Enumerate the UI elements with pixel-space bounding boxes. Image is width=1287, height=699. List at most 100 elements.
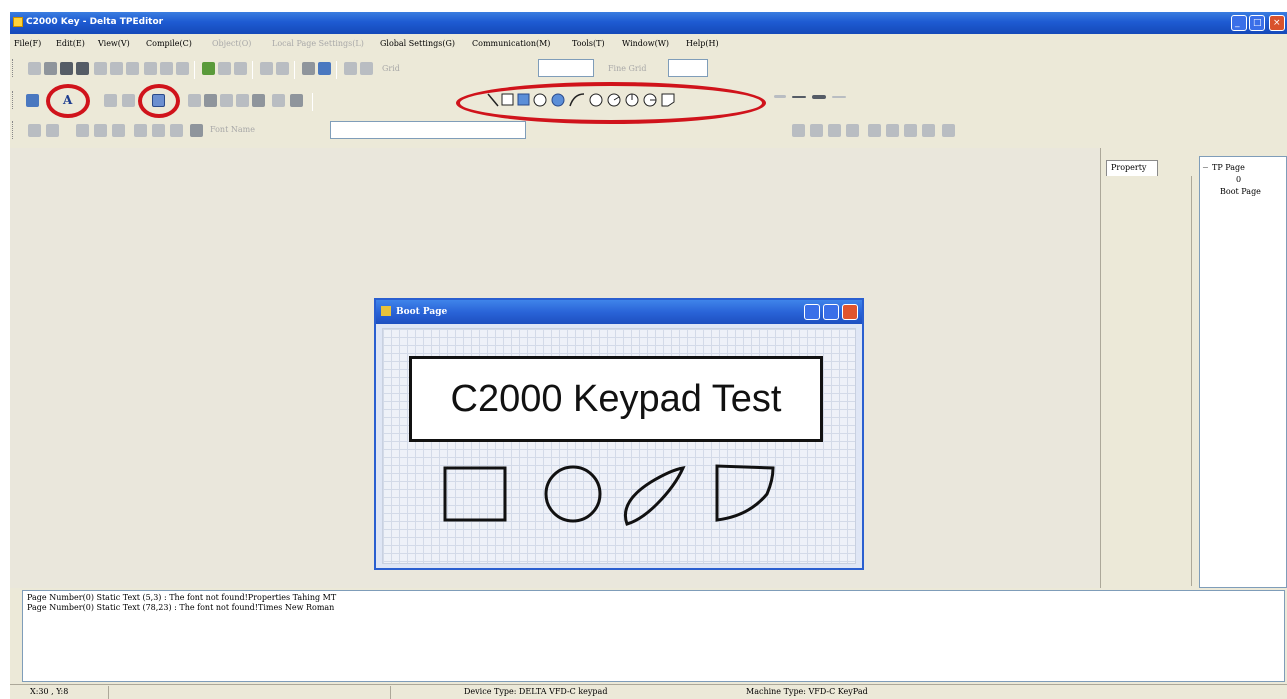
align-tool-icon-2[interactable] bbox=[46, 124, 59, 137]
paste-icon[interactable] bbox=[176, 62, 189, 75]
minimize-icon: _ bbox=[1235, 18, 1240, 28]
boot-page-titlebar[interactable]: Boot Page bbox=[376, 300, 862, 324]
tool-icon-12[interactable] bbox=[220, 94, 233, 107]
tree-node-boot-page[interactable]: Boot Page bbox=[1220, 187, 1261, 196]
zoom-in-icon[interactable] bbox=[302, 62, 315, 75]
select-pointer-icon[interactable] bbox=[26, 94, 39, 107]
line-style-icon[interactable] bbox=[774, 95, 786, 98]
chord-shape[interactable] bbox=[624, 466, 686, 526]
save-icon[interactable] bbox=[60, 62, 73, 75]
tool-icon-11[interactable] bbox=[204, 94, 217, 107]
child-close-button[interactable] bbox=[842, 304, 858, 320]
circle-shape[interactable] bbox=[544, 465, 602, 523]
menu-view[interactable]: View(V) bbox=[98, 39, 130, 48]
line-width-thin-icon[interactable] bbox=[792, 96, 806, 98]
child-minimize-button[interactable] bbox=[804, 304, 820, 320]
menu-tools[interactable]: Tools(T) bbox=[572, 39, 605, 48]
align-tool-icon-6[interactable] bbox=[134, 124, 147, 137]
tool-icon-9[interactable] bbox=[122, 94, 135, 107]
toolbar-separator bbox=[312, 93, 313, 111]
layout-tool-icon-6[interactable] bbox=[886, 124, 899, 137]
tree-collapse-icon[interactable]: − bbox=[1202, 163, 1209, 172]
layout-tool-icon-8[interactable] bbox=[922, 124, 935, 137]
new-file-icon[interactable] bbox=[28, 62, 41, 75]
align-tool-icon-5[interactable] bbox=[112, 124, 125, 137]
page-canvas[interactable]: C2000 Keypad Test bbox=[382, 328, 856, 564]
tool-icon-7[interactable] bbox=[360, 62, 373, 75]
output-log[interactable]: Page Number(0) Static Text (5,3) : The f… bbox=[22, 590, 1285, 682]
status-divider bbox=[108, 686, 109, 699]
align-tool-icon-8[interactable] bbox=[170, 124, 183, 137]
open-file-icon[interactable] bbox=[44, 62, 57, 75]
tool-icon-1[interactable] bbox=[94, 62, 107, 75]
maximize-button[interactable]: □ bbox=[1249, 15, 1265, 31]
toolbar-area: Grid Fine Grid A Font Name bbox=[10, 54, 1287, 148]
rectangle-shape[interactable] bbox=[443, 466, 507, 522]
layout-tool-icon-5[interactable] bbox=[868, 124, 881, 137]
menu-object[interactable]: Object(O) bbox=[212, 39, 251, 48]
chart-tool-icon[interactable] bbox=[290, 94, 303, 107]
layout-tool-icon-9[interactable] bbox=[942, 124, 955, 137]
tree-root-node[interactable]: TP Page bbox=[1212, 163, 1245, 172]
fine-grid-field[interactable] bbox=[668, 59, 708, 77]
tool-icon-13[interactable] bbox=[236, 94, 249, 107]
title-bar: C2000 Key - Delta TPEditor _ □ × bbox=[10, 12, 1287, 34]
tool-icon-3[interactable] bbox=[126, 62, 139, 75]
boot-page-window[interactable]: Boot Page C2000 Keypad Test bbox=[374, 298, 864, 570]
align-tool-icon-7[interactable] bbox=[152, 124, 165, 137]
line-width-thick-icon[interactable] bbox=[812, 95, 826, 99]
layout-tool-icon-4[interactable] bbox=[846, 124, 859, 137]
property-tab[interactable]: Property bbox=[1106, 160, 1158, 176]
page-tree-panel: − TP Page 0 Boot Page bbox=[1195, 148, 1287, 588]
menu-local-page-settings[interactable]: Local Page Settings(L) bbox=[272, 39, 364, 48]
upload-icon[interactable] bbox=[260, 62, 273, 75]
sector-shape[interactable] bbox=[715, 464, 775, 522]
boot-page-title: Boot Page bbox=[396, 307, 448, 317]
menu-help[interactable]: Help(H) bbox=[686, 39, 719, 48]
layout-tool-icon-1[interactable] bbox=[792, 124, 805, 137]
align-tool-icon-4[interactable] bbox=[94, 124, 107, 137]
static-text-content: C2000 Keypad Test bbox=[450, 378, 782, 420]
layout-tool-icon-7[interactable] bbox=[904, 124, 917, 137]
app-icon bbox=[13, 17, 23, 27]
download-icon[interactable] bbox=[276, 62, 289, 75]
tool-icon-5[interactable] bbox=[234, 62, 247, 75]
tool-icon-10[interactable] bbox=[188, 94, 201, 107]
child-restore-button[interactable] bbox=[823, 304, 839, 320]
property-grid[interactable] bbox=[1106, 176, 1192, 586]
menu-file[interactable]: File(F) bbox=[14, 39, 41, 48]
copy-icon[interactable] bbox=[160, 62, 173, 75]
close-button[interactable]: × bbox=[1269, 15, 1285, 31]
toolbar-grip bbox=[12, 91, 15, 109]
page-tree[interactable]: − TP Page 0 Boot Page bbox=[1199, 156, 1287, 588]
tool-icon-14[interactable] bbox=[252, 94, 265, 107]
minimize-button[interactable]: _ bbox=[1231, 15, 1247, 31]
font-name-field[interactable] bbox=[330, 121, 526, 139]
toolbar-separator bbox=[336, 61, 337, 79]
button-tool-highlight bbox=[138, 84, 180, 118]
layout-tool-icon-2[interactable] bbox=[810, 124, 823, 137]
static-text-object[interactable]: C2000 Keypad Test bbox=[409, 356, 823, 442]
menu-compile[interactable]: Compile(C) bbox=[146, 39, 192, 48]
menu-communication[interactable]: Communication(M) bbox=[472, 39, 550, 48]
align-tool-icon-3[interactable] bbox=[76, 124, 89, 137]
menu-edit[interactable]: Edit(E) bbox=[56, 39, 85, 48]
align-tool-icon-1[interactable] bbox=[28, 124, 41, 137]
tool-icon-6[interactable] bbox=[344, 62, 357, 75]
toolbar-separator bbox=[252, 61, 253, 79]
menu-window[interactable]: Window(W) bbox=[622, 39, 669, 48]
tool-icon-4[interactable] bbox=[218, 62, 231, 75]
menu-global-settings[interactable]: Global Settings(G) bbox=[380, 39, 455, 48]
cut-icon[interactable] bbox=[144, 62, 157, 75]
zoom-out-icon[interactable] bbox=[318, 62, 331, 75]
tool-icon-15[interactable] bbox=[272, 94, 285, 107]
page-icon[interactable] bbox=[202, 62, 215, 75]
print-icon[interactable] bbox=[76, 62, 89, 75]
tool-icon-2[interactable] bbox=[110, 62, 123, 75]
format-tool-icon[interactable] bbox=[190, 124, 203, 137]
layout-tool-icon-3[interactable] bbox=[828, 124, 841, 137]
close-icon: × bbox=[1273, 18, 1281, 28]
grid-size-select[interactable] bbox=[538, 59, 594, 77]
line-dash-icon[interactable] bbox=[832, 96, 846, 98]
tool-icon-8[interactable] bbox=[104, 94, 117, 107]
